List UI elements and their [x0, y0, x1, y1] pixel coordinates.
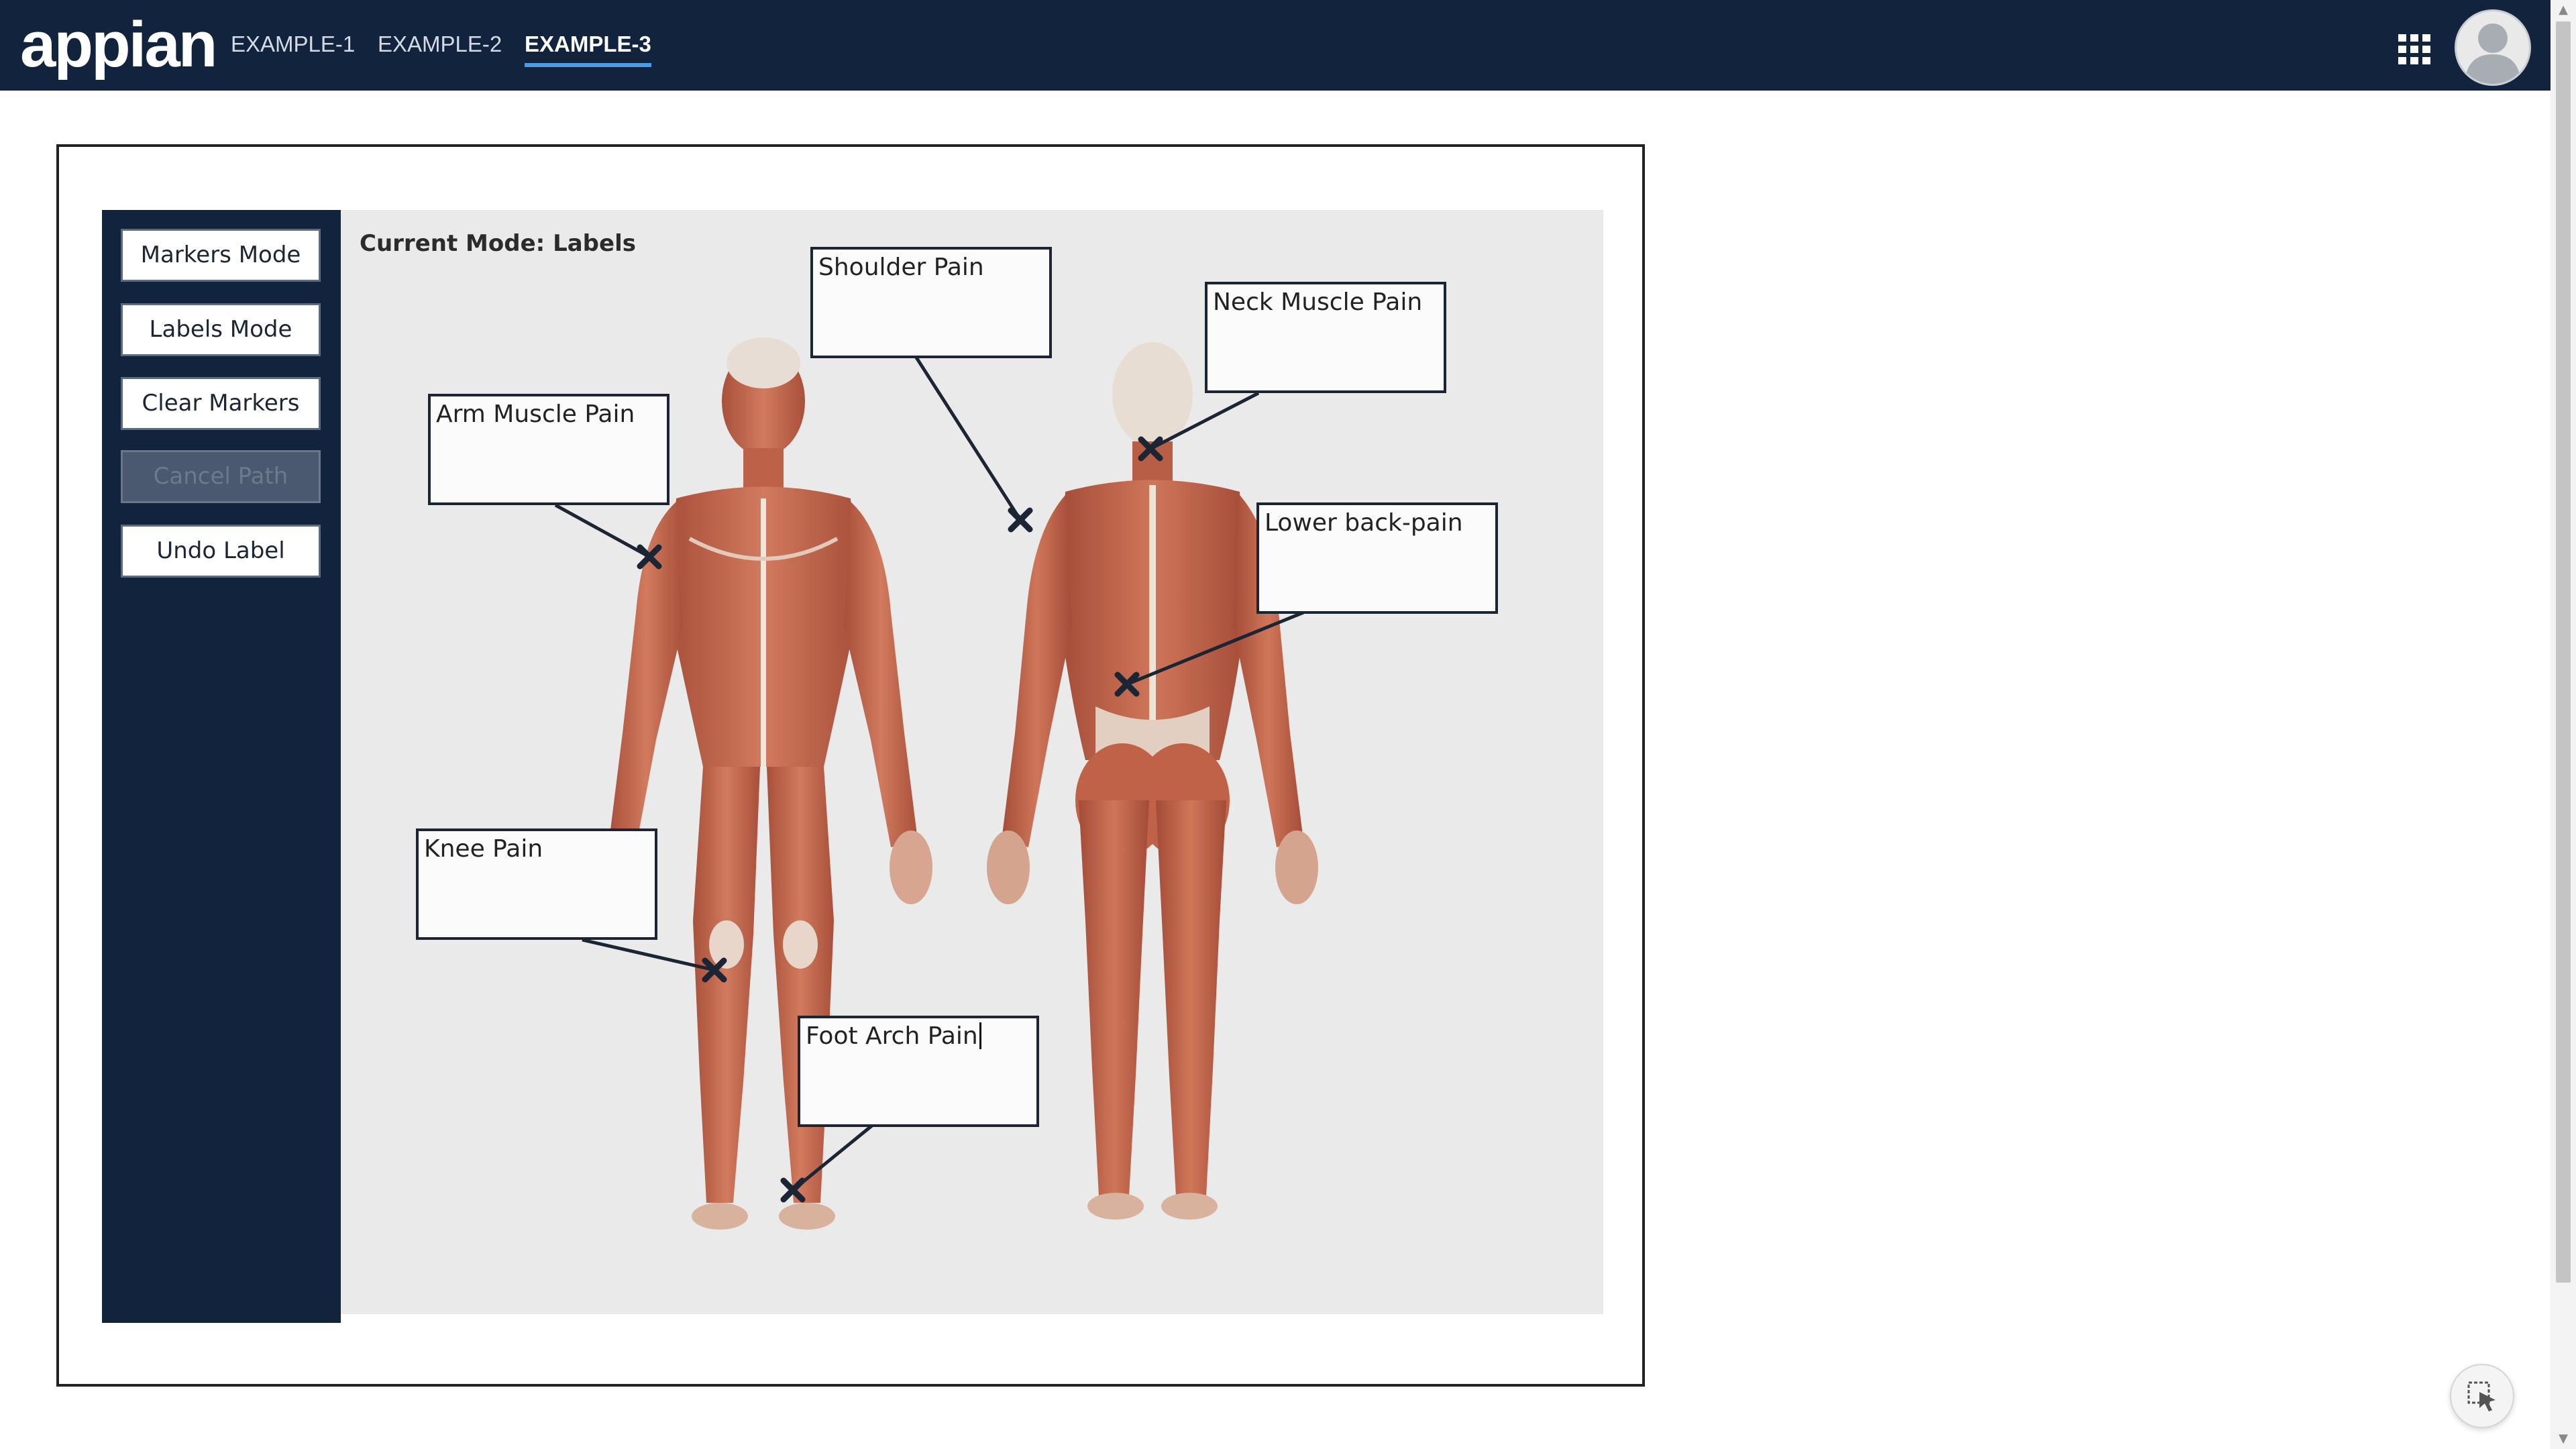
- tab-example-1[interactable]: EXAMPLE-1: [231, 30, 355, 59]
- cursor-select-icon[interactable]: [2450, 1364, 2514, 1428]
- x-marker-icon[interactable]: [1008, 507, 1033, 533]
- x-marker-icon[interactable]: [1114, 672, 1140, 697]
- clear-markers-button[interactable]: Clear Markers: [121, 377, 321, 430]
- tool-sidebar: Markers Mode Labels Mode Clear Markers C…: [102, 210, 341, 1323]
- label-text: Knee Pain: [424, 835, 543, 863]
- markers-mode-button[interactable]: Markers Mode: [121, 229, 321, 282]
- top-nav-bar: appian EXAMPLE-1 EXAMPLE-2 EXAMPLE-3: [0, 0, 2551, 91]
- label-text: Neck Muscle Pain: [1213, 288, 1423, 316]
- label-arm-muscle-pain[interactable]: Arm Muscle Pain: [428, 394, 669, 505]
- x-marker-icon[interactable]: [1138, 436, 1163, 462]
- scroll-up-arrow-icon[interactable]: ▲: [2551, 0, 2576, 20]
- label-text: Lower back-pain: [1265, 509, 1463, 537]
- x-marker-icon[interactable]: [637, 544, 662, 570]
- body-map-canvas[interactable]: Current Mode: Labels Shoulder Pain Neck …: [341, 210, 1603, 1314]
- page-scrollbar[interactable]: ▲ ▼: [2551, 0, 2576, 1449]
- label-foot-arch-pain[interactable]: Foot Arch Pain: [798, 1016, 1039, 1127]
- scroll-down-arrow-icon[interactable]: ▼: [2551, 1429, 2576, 1449]
- text-caret: [979, 1022, 981, 1049]
- label-text: Arm Muscle Pain: [436, 400, 635, 428]
- tab-example-3[interactable]: EXAMPLE-3: [525, 30, 651, 67]
- scroll-thumb[interactable]: [2556, 21, 2571, 1283]
- label-text: Shoulder Pain: [818, 254, 984, 281]
- x-marker-icon[interactable]: [780, 1177, 806, 1203]
- appian-logo[interactable]: appian: [20, 8, 217, 82]
- tab-example-2[interactable]: EXAMPLE-2: [378, 30, 502, 59]
- user-avatar-icon[interactable]: [2455, 9, 2531, 86]
- label-shoulder-pain[interactable]: Shoulder Pain: [810, 247, 1052, 358]
- label-text: Foot Arch Pain: [806, 1022, 978, 1050]
- grid-icon[interactable]: [2398, 34, 2430, 64]
- undo-label-button[interactable]: Undo Label: [121, 525, 321, 578]
- label-lower-back-pain[interactable]: Lower back-pain: [1256, 502, 1498, 614]
- cancel-path-button: Cancel Path: [121, 450, 321, 503]
- labels-mode-button[interactable]: Labels Mode: [121, 303, 321, 356]
- label-knee-pain[interactable]: Knee Pain: [416, 828, 657, 940]
- label-neck-muscle-pain[interactable]: Neck Muscle Pain: [1205, 282, 1446, 393]
